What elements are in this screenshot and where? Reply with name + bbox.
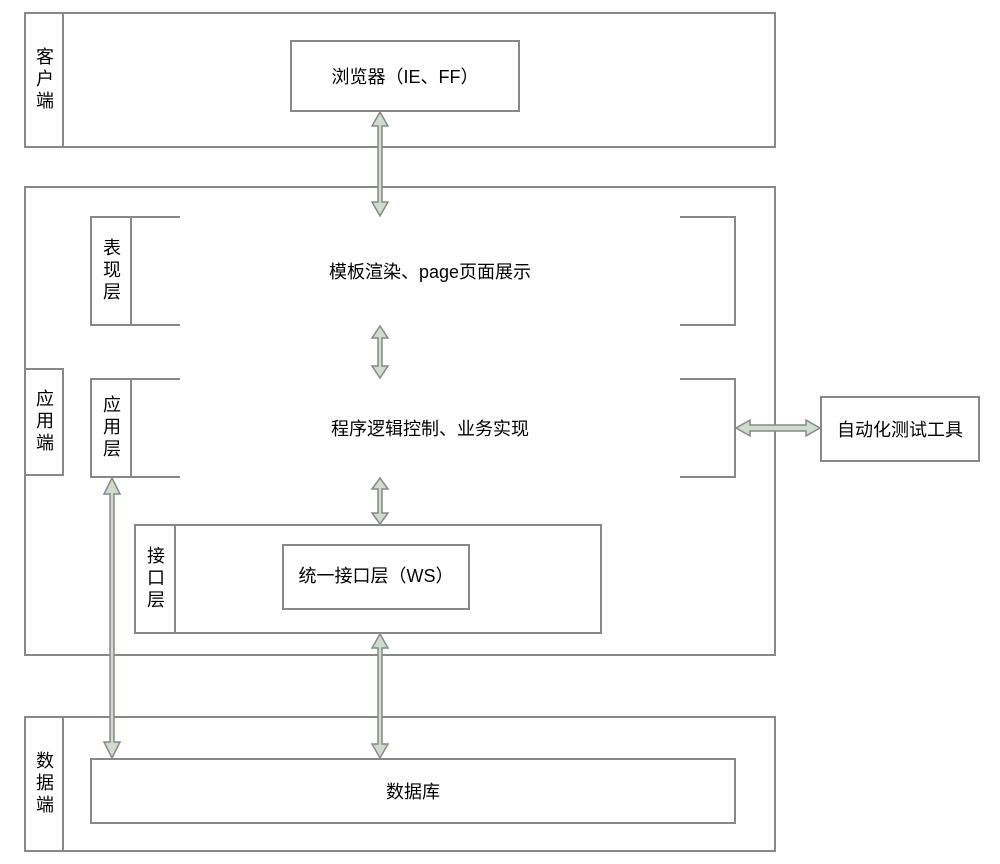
arrow-application-automation: [736, 416, 820, 440]
arrow-application-database-direct: [100, 478, 124, 758]
client-tier-label: 客户端: [31, 47, 57, 113]
interface-layer-label-box: 接口层: [134, 524, 176, 634]
arrow-browser-presentation: [368, 112, 392, 216]
app-tier-label: 应用端: [31, 389, 57, 455]
data-tier-label-box: 数据端: [24, 716, 64, 852]
arrow-presentation-application: [368, 326, 392, 378]
browser-box: 浏览器（IE、FF）: [290, 40, 520, 112]
data-tier-label: 数据端: [31, 751, 57, 817]
presentation-layer-label-box: 表现层: [90, 216, 132, 326]
presentation-layer-text: 模板渲染、page页面展示: [180, 216, 680, 326]
presentation-layer-label: 表现层: [98, 238, 124, 304]
interface-layer-label: 接口层: [142, 546, 168, 612]
browser-box-text: 浏览器（IE、FF）: [332, 63, 479, 89]
automation-tool-text: 自动化测试工具: [837, 416, 963, 442]
app-tier-label-box: 应用端: [24, 368, 64, 476]
client-tier-label-box: 客户端: [24, 12, 64, 148]
interface-layer-inner-box: 统一接口层（WS）: [282, 544, 470, 610]
application-layer-text: 程序逻辑控制、业务实现: [180, 378, 680, 478]
database-box: 数据库: [90, 758, 736, 824]
automation-tool-box: 自动化测试工具: [820, 396, 980, 462]
interface-layer-text: 统一接口层（WS）: [299, 564, 454, 589]
application-layer-label-box: 应用层: [90, 378, 132, 478]
arrow-interface-database: [368, 634, 392, 758]
application-layer-label: 应用层: [98, 395, 124, 461]
arrow-application-interface: [368, 478, 392, 524]
database-box-text: 数据库: [386, 778, 440, 804]
